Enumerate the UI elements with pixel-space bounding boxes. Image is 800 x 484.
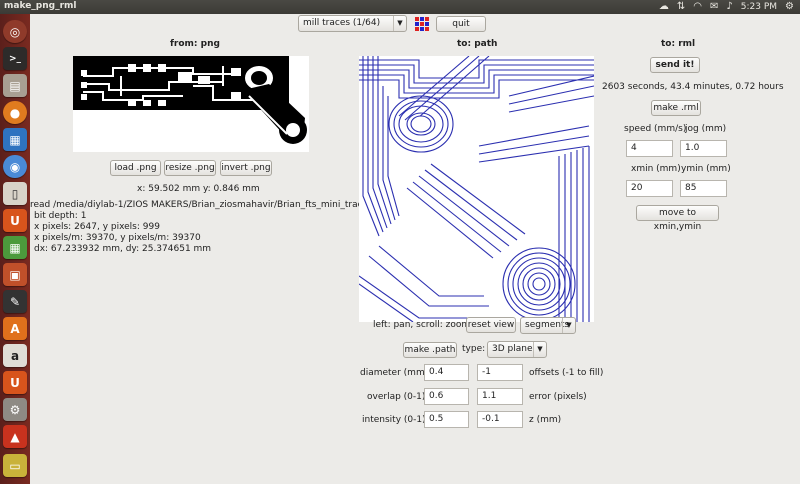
overlap-input[interactable]: 0.6 <box>424 388 469 405</box>
png-preview <box>73 56 309 152</box>
main-window: mill traces (1/64) ▼ quit from: png load… <box>30 14 800 484</box>
amazon-icon[interactable]: a <box>3 344 27 367</box>
type-label: type: <box>462 344 486 354</box>
info-pixels: x pixels: 2647, y pixels: 999 <box>34 222 160 232</box>
z-input[interactable]: -0.1 <box>477 411 523 428</box>
info-bit-depth: bit depth: 1 <box>34 211 87 221</box>
xmin-label: xmin (mm) <box>631 164 681 174</box>
make-path-button[interactable]: make .path <box>403 342 457 358</box>
intensity-input[interactable]: 0.5 <box>424 411 469 428</box>
info-dimensions: dx: 67.233932 mm, dy: 25.374651 mm <box>34 244 212 254</box>
overlap-label: overlap (0-1) <box>367 392 426 402</box>
ubuntu-one-icon[interactable]: U <box>3 209 27 232</box>
top-panel: make_png_rml ☁ ⇅ ◠ ✉ ♪ 5:23 PM ⚙ <box>0 0 800 14</box>
speed-input[interactable]: 4 <box>626 140 673 157</box>
path-preview[interactable] <box>359 56 594 322</box>
ubuntu-one-music-icon[interactable]: U <box>3 371 27 394</box>
grid-icon[interactable] <box>415 17 429 31</box>
wifi-icon[interactable]: ◠ <box>693 0 702 14</box>
chevron-down-icon: ▼ <box>562 318 575 333</box>
ymin-label: ymin (mm) <box>681 164 731 174</box>
impress-icon[interactable]: ▣ <box>3 263 27 286</box>
software-center-icon[interactable]: A <box>3 317 27 340</box>
gear-icon[interactable]: ⚙ <box>785 0 794 14</box>
window-title: make_png_rml <box>4 1 77 11</box>
chrome-icon[interactable]: ◉ <box>3 155 27 178</box>
error-input[interactable]: 1.1 <box>477 388 523 405</box>
ymin-input[interactable]: 85 <box>680 180 727 197</box>
trash-icon[interactable]: ▭ <box>3 454 27 477</box>
chevron-down-icon: ▼ <box>393 16 406 31</box>
resize-png-button[interactable]: resize .png <box>164 160 216 176</box>
system-tray: ☁ ⇅ ◠ ✉ ♪ 5:23 PM ⚙ <box>659 0 794 14</box>
png-info: read /media/diylab-1/ZIOS MAKERS/Brian_z… <box>30 200 393 255</box>
chevron-down-icon: ▼ <box>533 342 546 357</box>
xmin-input[interactable]: 20 <box>626 180 673 197</box>
calc-icon[interactable]: ▦ <box>3 236 27 259</box>
send-it-label: send it! <box>655 60 695 70</box>
inkscape-icon[interactable]: ✎ <box>3 290 27 313</box>
diameter-label: diameter (mm) <box>360 368 429 378</box>
volume-icon[interactable]: ♪ <box>726 0 732 14</box>
offsets-label: offsets (-1 to fill) <box>529 368 604 378</box>
document-icon[interactable]: ▯ <box>3 182 27 205</box>
info-pixels-per-m: x pixels/m: 39370, y pixels/m: 39370 <box>34 233 201 243</box>
launcher: ◎ >_ ▤ ● ▦ ◉ ▯ U ▦ ▣ ✎ A a U ⚙ ▲ ▭ <box>0 14 30 484</box>
firefox-icon[interactable]: ● <box>3 101 27 124</box>
to-path-header: to: path <box>457 39 498 49</box>
writer-icon[interactable]: ▦ <box>3 128 27 151</box>
type-select[interactable]: 3D plane ▼ <box>487 341 547 358</box>
files-icon[interactable]: ▤ <box>3 74 27 97</box>
terminal-icon[interactable]: >_ <box>3 47 27 70</box>
type-select-value: 3D plane <box>492 344 533 354</box>
from-png-header: from: png <box>170 39 220 49</box>
sort-icon[interactable]: ⇅ <box>677 0 685 14</box>
to-rml-header: to: rml <box>661 39 696 49</box>
diameter-input[interactable]: 0.4 <box>424 364 469 381</box>
error-label: error (pixels) <box>529 392 587 402</box>
invert-png-button[interactable]: invert .png <box>220 160 272 176</box>
info-file: read /media/diylab-1/ZIOS MAKERS/Brian_z… <box>30 200 393 210</box>
quit-button[interactable]: quit <box>436 16 486 32</box>
move-to-xmin-ymin-button[interactable]: move to xmin,ymin <box>636 205 719 232</box>
offsets-input[interactable]: -1 <box>477 364 523 381</box>
intensity-label: intensity (0-1) <box>362 415 426 425</box>
load-png-button[interactable]: load .png <box>110 160 161 176</box>
speed-label: speed (mm/s) <box>624 124 687 134</box>
send-it-button[interactable]: send it! <box>650 57 700 73</box>
z-label: z (mm) <box>529 415 562 425</box>
jog-label: jog (mm) <box>685 124 727 134</box>
make-rml-button[interactable]: make .rml <box>651 100 701 116</box>
dash-icon[interactable]: ◎ <box>3 20 27 43</box>
mode-select-value: mill traces (1/64) <box>303 18 381 28</box>
settings-icon[interactable]: ⚙ <box>3 398 27 421</box>
time-estimate: 2603 seconds, 43.4 minutes, 0.72 hours <box>602 82 784 92</box>
cursor-coords: x: 59.502 mm y: 0.846 mm <box>137 184 260 194</box>
mode-select[interactable]: mill traces (1/64) ▼ <box>298 15 407 32</box>
cloud-icon[interactable]: ☁ <box>659 0 669 14</box>
mail-icon[interactable]: ✉ <box>710 0 718 14</box>
display-select[interactable]: segments ▼ <box>520 317 576 334</box>
app-icon[interactable]: ▲ <box>3 425 27 448</box>
clock[interactable]: 5:23 PM <box>741 2 777 12</box>
jog-input[interactable]: 1.0 <box>680 140 727 157</box>
reset-view-button[interactable]: reset view <box>466 317 516 333</box>
pan-hint: left: pan, scroll: zoom <box>373 320 471 330</box>
